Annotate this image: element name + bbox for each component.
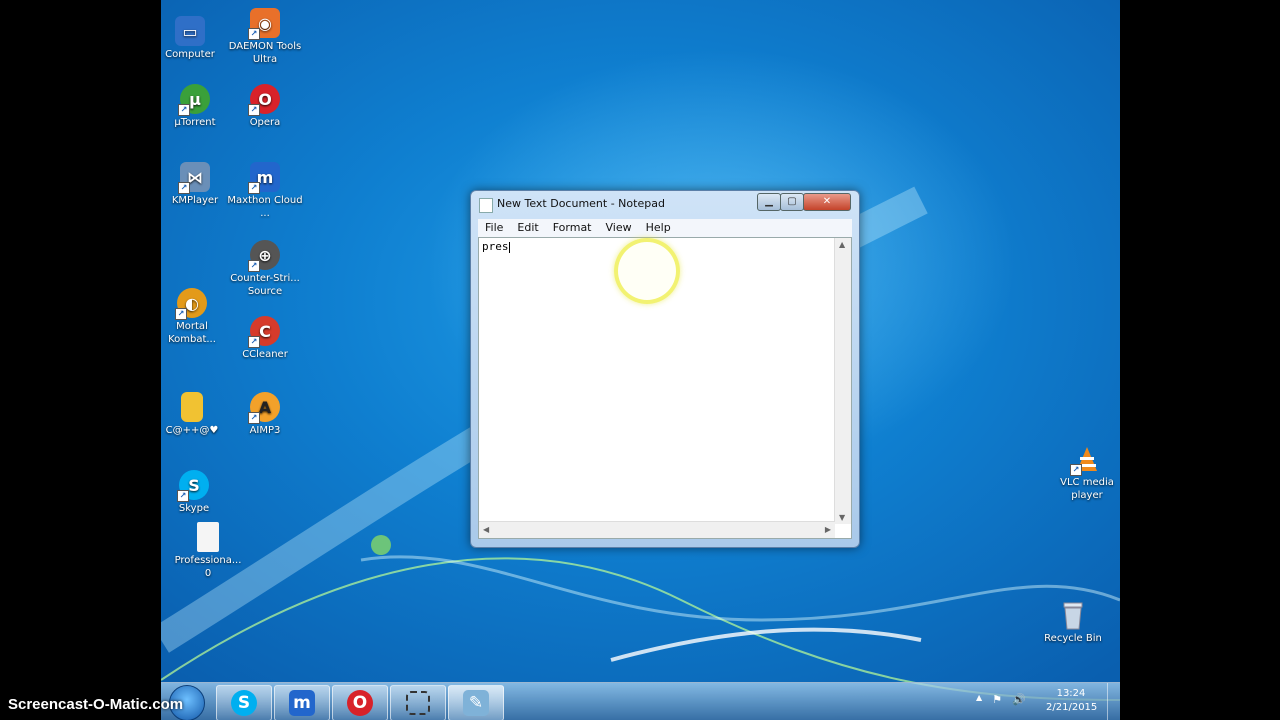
scroll-down-icon[interactable]: ▼ — [839, 513, 845, 522]
watermark: Screencast-O-Matic.com — [8, 696, 184, 713]
maxthon-icon: m — [289, 690, 315, 716]
editor-content: pres — [482, 240, 509, 253]
notepad-icon: ✎ — [463, 690, 489, 716]
shortcut-arrow-icon: ↗ — [248, 28, 260, 40]
menu-edit[interactable]: Edit — [510, 219, 545, 237]
skype-icon: S — [231, 690, 257, 716]
shortcut-arrow-icon: ↗ — [178, 182, 190, 194]
menu-bar: File Edit Format View Help — [478, 219, 852, 237]
counter-strike-icon: ⊕ ↗ — [248, 240, 280, 272]
recycle-bin-icon — [1058, 600, 1088, 630]
menu-help[interactable]: Help — [639, 219, 678, 237]
show-hidden-icons-icon[interactable]: ▲ — [976, 693, 982, 706]
desktop-icon-document[interactable]: Professiona... 0 — [170, 522, 246, 580]
menu-format[interactable]: Format — [546, 219, 599, 237]
vertical-scrollbar[interactable]: ▲ ▼ — [834, 238, 851, 524]
action-center-flag-icon[interactable]: ⚑ — [992, 693, 1002, 706]
clock[interactable]: 13:24 2/21/2015 — [1046, 687, 1098, 715]
text-caret — [508, 241, 510, 253]
kmplayer-icon: ⋈ ↗ — [178, 162, 210, 194]
desktop-icon-recycle-bin[interactable]: Recycle Bin — [1035, 600, 1111, 645]
scroll-up-icon[interactable]: ▲ — [839, 240, 845, 249]
aimp-icon: A ↗ — [248, 392, 280, 424]
taskbar-screen-capture-button[interactable] — [390, 685, 446, 720]
system-tray: ▲ ⚑ 🔊 — [976, 693, 1026, 706]
volume-icon[interactable]: 🔊 — [1012, 693, 1026, 706]
shortcut-arrow-icon: ↗ — [248, 260, 260, 272]
maxthon-icon: m ↗ — [248, 162, 280, 194]
show-desktop-button[interactable] — [1107, 683, 1120, 720]
taskbar-notepad-button[interactable]: ✎ — [448, 685, 504, 720]
clock-date: 2/21/2015 — [1046, 702, 1098, 713]
desktop-icon-aimp[interactable]: A ↗ AIMP3 — [227, 392, 303, 437]
desktop-icon-ccleaner[interactable]: C ↗ CCleaner — [227, 316, 303, 361]
menu-view[interactable]: View — [599, 219, 639, 237]
scroll-right-icon[interactable]: ▶ — [825, 525, 831, 534]
opera-icon: O — [347, 690, 373, 716]
desktop-icon-folder[interactable]: C@++@♥ — [161, 392, 230, 437]
desktop-icon-daemon-tools[interactable]: ◉ ↗ DAEMON Tools Ultra — [227, 8, 303, 66]
horizontal-scrollbar[interactable]: ◀ ▶ — [479, 521, 835, 538]
shortcut-arrow-icon: ↗ — [248, 412, 260, 424]
screen-capture-icon — [406, 691, 430, 715]
shortcut-arrow-icon: ↗ — [1070, 464, 1082, 476]
vlc-icon: ↗ — [1070, 444, 1102, 476]
desktop-icon-kmplayer[interactable]: ⋈ ↗ KMPlayer — [161, 162, 233, 207]
desktop-icon-vlc[interactable]: ↗ VLC media player — [1051, 444, 1120, 502]
desktop-icon-utorrent[interactable]: µ ↗ µTorrent — [161, 84, 233, 129]
shortcut-arrow-icon: ↗ — [177, 490, 189, 502]
shortcut-arrow-icon: ↗ — [175, 308, 187, 320]
desktop-icon-maxthon[interactable]: m ↗ Maxthon Cloud ... — [227, 162, 303, 220]
menu-file[interactable]: File — [478, 219, 510, 237]
shortcut-arrow-icon: ↗ — [248, 336, 260, 348]
close-button[interactable]: ✕ — [803, 193, 851, 211]
daemon-tools-icon: ◉ ↗ — [248, 8, 280, 40]
taskbar-maxthon-button[interactable]: m — [274, 685, 330, 720]
taskbar-opera-button[interactable]: O — [332, 685, 388, 720]
mortal-kombat-icon: ◐ ↗ — [175, 288, 207, 320]
utorrent-icon: µ ↗ — [178, 84, 210, 116]
document-icon — [197, 522, 219, 552]
clock-time: 13:24 — [1056, 688, 1086, 699]
shortcut-arrow-icon: ↗ — [248, 182, 260, 194]
shortcut-arrow-icon: ↗ — [178, 104, 190, 116]
desktop-icon-opera[interactable]: O ↗ Opera — [227, 84, 303, 129]
taskbar: S m O ✎ ▲ ⚑ 🔊 13:24 2/21/2015 — [161, 682, 1120, 720]
folder-icon — [181, 392, 203, 422]
computer-icon: ▭ — [175, 16, 205, 46]
taskbar-skype-button[interactable]: S — [216, 685, 272, 720]
desktop-icon-skype[interactable]: S ↗ Skype — [161, 470, 232, 515]
skype-icon: S ↗ — [177, 470, 209, 502]
minimize-button[interactable]: ▁ — [757, 193, 781, 211]
opera-icon: O ↗ — [248, 84, 280, 116]
window-title: New Text Document - Notepad — [497, 197, 665, 210]
desktop-icon-computer[interactable]: ▭ Computer — [161, 16, 228, 61]
shortcut-arrow-icon: ↗ — [248, 104, 260, 116]
desktop-icon-mortal-kombat[interactable]: ◐ ↗ Mortal Kombat... — [161, 288, 230, 346]
desktop-icon-counter-strike[interactable]: ⊕ ↗ Counter-Stri... Source — [227, 240, 303, 298]
scroll-left-icon[interactable]: ◀ — [483, 525, 489, 534]
ccleaner-icon: C ↗ — [248, 316, 280, 348]
cursor-highlight-ring — [614, 238, 680, 304]
notepad-app-icon — [479, 198, 493, 213]
maximize-button[interactable]: ▢ — [780, 193, 804, 211]
